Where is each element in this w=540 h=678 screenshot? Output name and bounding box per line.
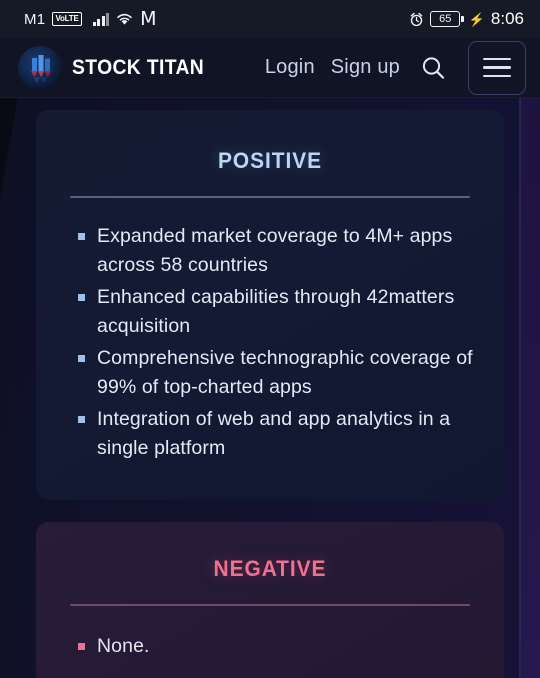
battery-cap bbox=[461, 16, 464, 22]
hamburger-bar bbox=[483, 74, 511, 78]
status-bar: M1 VoLTE Ⅿ 65 ⚡ 8:06 bbox=[0, 0, 540, 38]
clock-label: 8:06 bbox=[490, 9, 524, 28]
phone-screen: M1 VoLTE Ⅿ 65 ⚡ 8:06 STOCK TITAN Login S… bbox=[0, 0, 540, 678]
search-icon[interactable] bbox=[418, 53, 448, 83]
hamburger-bar bbox=[483, 57, 511, 61]
positive-card-title: Positive bbox=[217, 140, 322, 175]
list-item: Expanded market coverage to 4M+ apps acr… bbox=[78, 222, 478, 280]
battery-body: 65 bbox=[430, 11, 461, 27]
hamburger-bar bbox=[483, 66, 511, 69]
list-item: Comprehensive technographic coverage of … bbox=[78, 344, 478, 402]
positive-card: Positive Expanded market coverage to 4M+… bbox=[36, 110, 504, 500]
battery-indicator: 65 bbox=[430, 11, 464, 27]
status-bar-left: M1 VoLTE Ⅿ bbox=[24, 10, 157, 29]
signal-bars-icon bbox=[92, 12, 110, 26]
negative-card-title: Negative bbox=[213, 548, 327, 583]
negative-card-divider bbox=[70, 604, 470, 606]
positive-bullet-list: Expanded market coverage to 4M+ apps acr… bbox=[36, 222, 504, 463]
stock-titan-logo-icon bbox=[18, 45, 62, 90]
login-link[interactable]: Login bbox=[265, 56, 315, 79]
negative-card: Negative None. bbox=[36, 522, 504, 678]
list-item: None. bbox=[78, 632, 478, 661]
page-content: Positive Expanded market coverage to 4M+… bbox=[0, 98, 540, 678]
wifi-icon bbox=[116, 12, 133, 26]
positive-card-divider bbox=[70, 196, 470, 198]
list-item: Enhanced capabilities through 42matters … bbox=[78, 283, 478, 341]
signup-link[interactable]: Sign up bbox=[331, 56, 400, 79]
brand-name: STOCK TITAN bbox=[72, 55, 205, 79]
volte-badge: VoLTE bbox=[52, 12, 82, 26]
mcdonalds-icon: Ⅿ bbox=[140, 8, 157, 30]
negative-bullet-list: None. bbox=[36, 632, 504, 661]
hamburger-menu-icon[interactable] bbox=[468, 40, 526, 95]
list-item: Integration of web and app analytics in … bbox=[78, 405, 478, 463]
navbar-actions: Login Sign up bbox=[265, 40, 526, 95]
page-right-strip bbox=[521, 98, 540, 678]
brand-home-link[interactable]: STOCK TITAN bbox=[18, 45, 216, 90]
charging-bolt-icon: ⚡ bbox=[468, 11, 485, 27]
alarm-clock-icon bbox=[409, 12, 424, 27]
status-bar-right: 65 ⚡ 8:06 bbox=[409, 9, 524, 29]
carrier-label: M1 bbox=[24, 10, 46, 28]
battery-level-label: 65 bbox=[439, 13, 452, 25]
site-navbar: STOCK TITAN Login Sign up bbox=[0, 38, 540, 98]
